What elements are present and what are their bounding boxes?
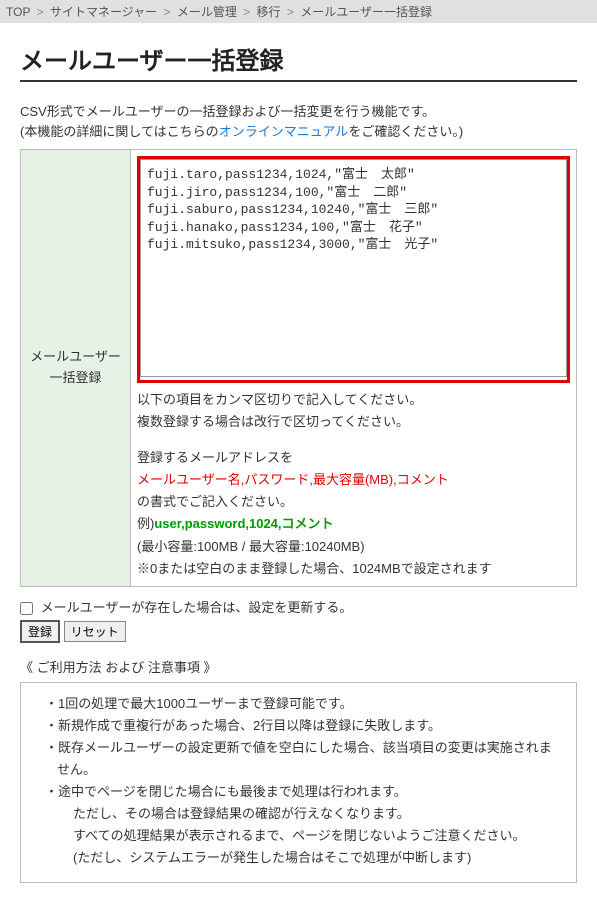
csv-textarea[interactable] (140, 159, 567, 377)
highlighted-textarea-frame (137, 156, 570, 383)
note-indent: (ただし、システムエラーが発生した場合はそこで処理が中断します) (45, 847, 564, 869)
desc-line2a: (本機能の詳細に関してはこちらの (20, 124, 219, 139)
breadcrumb-sep: > (163, 5, 170, 19)
form-content-cell: 以下の項目をカンマ区切りで記入してください。 複数登録する場合は改行で区切ってく… (131, 150, 577, 587)
help-p1: 以下の項目をカンマ区切りで記入してください。 (137, 389, 570, 411)
help-p8: ※0または空白のまま登録した場合、1024MBで設定されます (137, 558, 570, 580)
notes-box: 1回の処理で最大1000ユーザーまで登録可能です。 新規作成で重複行があった場合… (20, 682, 577, 883)
page-title: メールユーザー一括登録 (20, 41, 577, 82)
help-p2: 複数登録する場合は改行で区切ってください。 (137, 411, 570, 433)
breadcrumb-item[interactable]: メール管理 (177, 5, 237, 19)
help-p5: の書式でご記入ください。 (137, 491, 570, 513)
form-label-l2: 一括登録 (49, 370, 101, 385)
breadcrumb-item-current: メールユーザー一括登録 (300, 5, 432, 19)
notes-title: 《 ご利用方法 および 注意事項 》 (20, 657, 577, 676)
help-example: 例)user,password,1024,コメント (137, 513, 570, 535)
breadcrumb-item[interactable]: サイトマネージャー (50, 5, 157, 19)
desc-line2b: をご確認ください。) (348, 124, 463, 139)
manual-link[interactable]: オンラインマニュアル (219, 124, 349, 139)
breadcrumb-sep: > (37, 5, 44, 19)
breadcrumb-sep: > (287, 5, 294, 19)
breadcrumb: TOP > サイトマネージャー > メール管理 > 移行 > メールユーザー一括… (0, 0, 597, 23)
update-existing-checkbox[interactable] (20, 602, 33, 615)
note-item: 既存メールユーザーの設定更新で値を空白にした場合、該当項目の変更は実施されません… (45, 737, 564, 781)
description: CSV形式でメールユーザーの一括登録および一括変更を行う機能です。 (本機能の詳… (0, 102, 597, 149)
note-item: 途中でページを閉じた場合にも最後まで処理は行われます。 (45, 781, 564, 803)
help-text: 以下の項目をカンマ区切りで記入してください。 複数登録する場合は改行で区切ってく… (137, 389, 570, 580)
breadcrumb-item[interactable]: 移行 (257, 5, 281, 19)
form-table: メールユーザー 一括登録 以下の項目をカンマ区切りで記入してください。 複数登録… (20, 149, 577, 587)
note-item: 1回の処理で最大1000ユーザーまで登録可能です。 (45, 693, 564, 715)
submit-button[interactable]: 登録 (20, 620, 60, 643)
help-p7: (最小容量:100MB / 最大容量:10240MB) (137, 536, 570, 558)
update-existing-label[interactable]: メールユーザーが存在した場合は、設定を更新する。 (41, 600, 353, 615)
reset-button[interactable]: リセット (64, 621, 126, 642)
help-p3: 登録するメールアドレスを (137, 447, 570, 469)
form-label-l1: メールユーザー (30, 349, 121, 364)
note-indent: すべての処理結果が表示されるまで、ページを閉じないようご注意ください。 (45, 825, 564, 847)
breadcrumb-item[interactable]: TOP (6, 5, 30, 19)
note-indent: ただし、その場合は登録結果の確認が行えなくなります。 (45, 803, 564, 825)
note-item: 新規作成で重複行があった場合、2行目以降は登録に失敗します。 (45, 715, 564, 737)
desc-line1: CSV形式でメールユーザーの一括登録および一括変更を行う機能です。 (20, 104, 435, 119)
breadcrumb-sep: > (243, 5, 250, 19)
help-format-line: メールユーザー名,パスワード,最大容量(MB),コメント (137, 469, 570, 491)
form-label-cell: メールユーザー 一括登録 (21, 150, 131, 587)
